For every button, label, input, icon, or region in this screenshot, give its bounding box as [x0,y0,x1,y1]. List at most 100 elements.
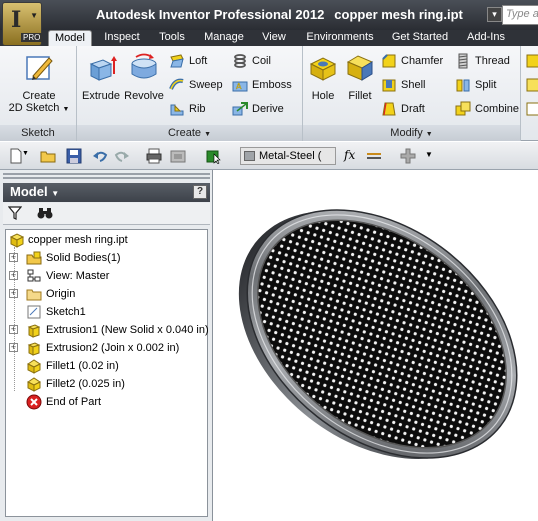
extrusion-icon [27,342,41,356]
loft-button[interactable]: Loft [169,51,207,71]
graphics-viewport[interactable] [214,170,538,521]
modify-panel: Hole Fillet Chamfer Shell Draft Thread S… [303,46,521,141]
shell-button[interactable]: Shell [381,75,425,95]
add-icon[interactable] [400,148,416,164]
hole-button[interactable]: Hole [305,52,341,102]
tab-add-ins[interactable]: Add-Ins [460,30,512,46]
material-select[interactable]: Metal-Steel ( [240,147,336,165]
revolve-button[interactable]: Revolve [122,52,166,102]
tree-item-label: Origin [46,288,76,300]
save-icon[interactable] [66,148,82,164]
browser-header[interactable]: Model ▼ ? [3,183,210,202]
coil-button[interactable]: Coil [232,51,271,71]
tree-item-origin[interactable]: + Origin [6,285,206,303]
select-filter-icon[interactable] [206,148,222,164]
undo-icon[interactable] [92,148,108,164]
filter-icon[interactable] [8,206,22,220]
fillet-icon [27,377,41,392]
shell-label: Shell [401,79,426,91]
rib-icon [170,104,184,116]
thread-button[interactable]: Thread [455,51,510,71]
material-swatch [244,151,255,161]
sweep-button[interactable]: Sweep [169,75,223,95]
tab-environments[interactable]: Environments [300,30,380,46]
end-of-part-icon [26,394,42,410]
tree-item-label: View: Master [46,270,110,282]
folder-icon [26,289,42,301]
ribbon: Create 2D Sketch ▼ Sketch Extrude Revolv… [0,46,538,141]
extrusion-icon [27,324,41,338]
emboss-button[interactable]: A Emboss [232,75,292,95]
create-sketch-label-2: 2D Sketch [8,102,60,114]
tree-item-fillet1[interactable]: Fillet1 (0.02 in) [6,357,206,375]
tree-connector-line [14,247,15,391]
extrude-label: Extrude [82,90,120,102]
create-2d-sketch-button[interactable]: Create 2D Sketch ▼ [6,52,72,116]
print-icon[interactable] [146,148,162,164]
parameters-fx-button[interactable]: fx [344,148,355,162]
coil-icon [234,54,246,68]
modify-panel-title[interactable]: Modify ▼ [303,125,520,141]
extrude-button[interactable]: Extrude [80,52,122,102]
hole-icon [309,57,337,81]
chevron-down-icon: ▼ [30,11,38,20]
revolve-icon [131,53,157,79]
fillet-label: Fillet [348,90,372,102]
ribbon-tab-bar: Model Inspect Tools Manage View Environm… [0,30,538,46]
tab-view[interactable]: View [256,30,292,46]
extrude-icon [89,56,117,81]
tree-item-end-of-part[interactable]: End of Part [6,393,206,411]
tree-item-extrusion2[interactable]: + Extrusion2 (Join x 0.002 in) [6,339,206,357]
plane-icon[interactable] [526,54,538,68]
sketch-panel-title: Sketch [0,125,76,141]
application-menu-button[interactable]: I ▼ PRO [2,2,43,46]
tab-manage[interactable]: Manage [198,30,250,46]
sketch-pencil-icon [26,56,53,80]
emboss-label: Emboss [252,79,292,91]
find-binoculars-icon[interactable] [37,206,53,220]
tree-item-solid-bodies[interactable]: + Solid Bodies(1) [6,249,206,267]
color-style-icon[interactable] [366,148,382,164]
chamfer-icon [382,54,396,68]
browser-grip-handle[interactable] [3,173,210,179]
chevron-down-icon[interactable]: ▼ [22,150,29,157]
model-browser: Model ▼ ? copper mesh ring.ipt + Solid B… [0,170,213,521]
axis-icon[interactable] [526,78,538,92]
tree-item-view-master[interactable]: + View: Master [6,267,206,285]
point-icon[interactable] [526,102,538,116]
tab-tools[interactable]: Tools [152,30,192,46]
create-panel-title[interactable]: Create ▼ [77,125,302,141]
inventor-logo-icon: I [11,7,22,33]
tab-model[interactable]: Model [48,30,92,46]
browser-help-button[interactable]: ? [193,185,207,199]
sketch-icon [27,305,41,319]
derive-button[interactable]: Derive [232,99,284,119]
create-sketch-label-1: Create [22,90,56,102]
tree-item-extrusion1[interactable]: + Extrusion1 (New Solid x 0.040 in) [6,321,209,339]
redo-icon[interactable] [114,148,130,164]
split-button[interactable]: Split [455,75,496,95]
project-icon[interactable] [170,148,186,164]
tree-item-fillet2[interactable]: Fillet2 (0.025 in) [6,375,206,393]
customize-toolbar-chevron-icon[interactable]: ▼ [425,150,433,159]
open-folder-icon[interactable] [40,148,56,164]
rib-button[interactable]: Rib [169,99,206,119]
create-panel-title-text: Create [167,127,202,139]
tab-get-started[interactable]: Get Started [386,30,454,46]
model-tree: copper mesh ring.ipt + Solid Bodies(1) +… [5,229,209,517]
combine-button[interactable]: Combine [455,99,519,119]
tree-item-sketch1[interactable]: Sketch1 [6,303,206,321]
tree-item-part[interactable]: copper mesh ring.ipt [6,231,206,249]
tree-item-label: copper mesh ring.ipt [28,234,128,246]
sketch-panel: Create 2D Sketch ▼ Sketch [0,46,77,141]
fillet-button[interactable]: Fillet [341,52,379,102]
chamfer-button[interactable]: Chamfer [381,51,443,71]
draft-button[interactable]: Draft [381,99,425,119]
search-input[interactable]: Type a [502,5,538,25]
coil-label: Coil [252,55,271,67]
tree-item-label: Fillet2 (0.025 in) [46,378,125,390]
help-dropdown-button[interactable]: ▾ [487,7,502,22]
tab-inspect[interactable]: Inspect [97,30,147,46]
modify-panel-title-text: Modify [390,127,423,139]
tree-item-label: Fillet1 (0.02 in) [46,360,119,372]
